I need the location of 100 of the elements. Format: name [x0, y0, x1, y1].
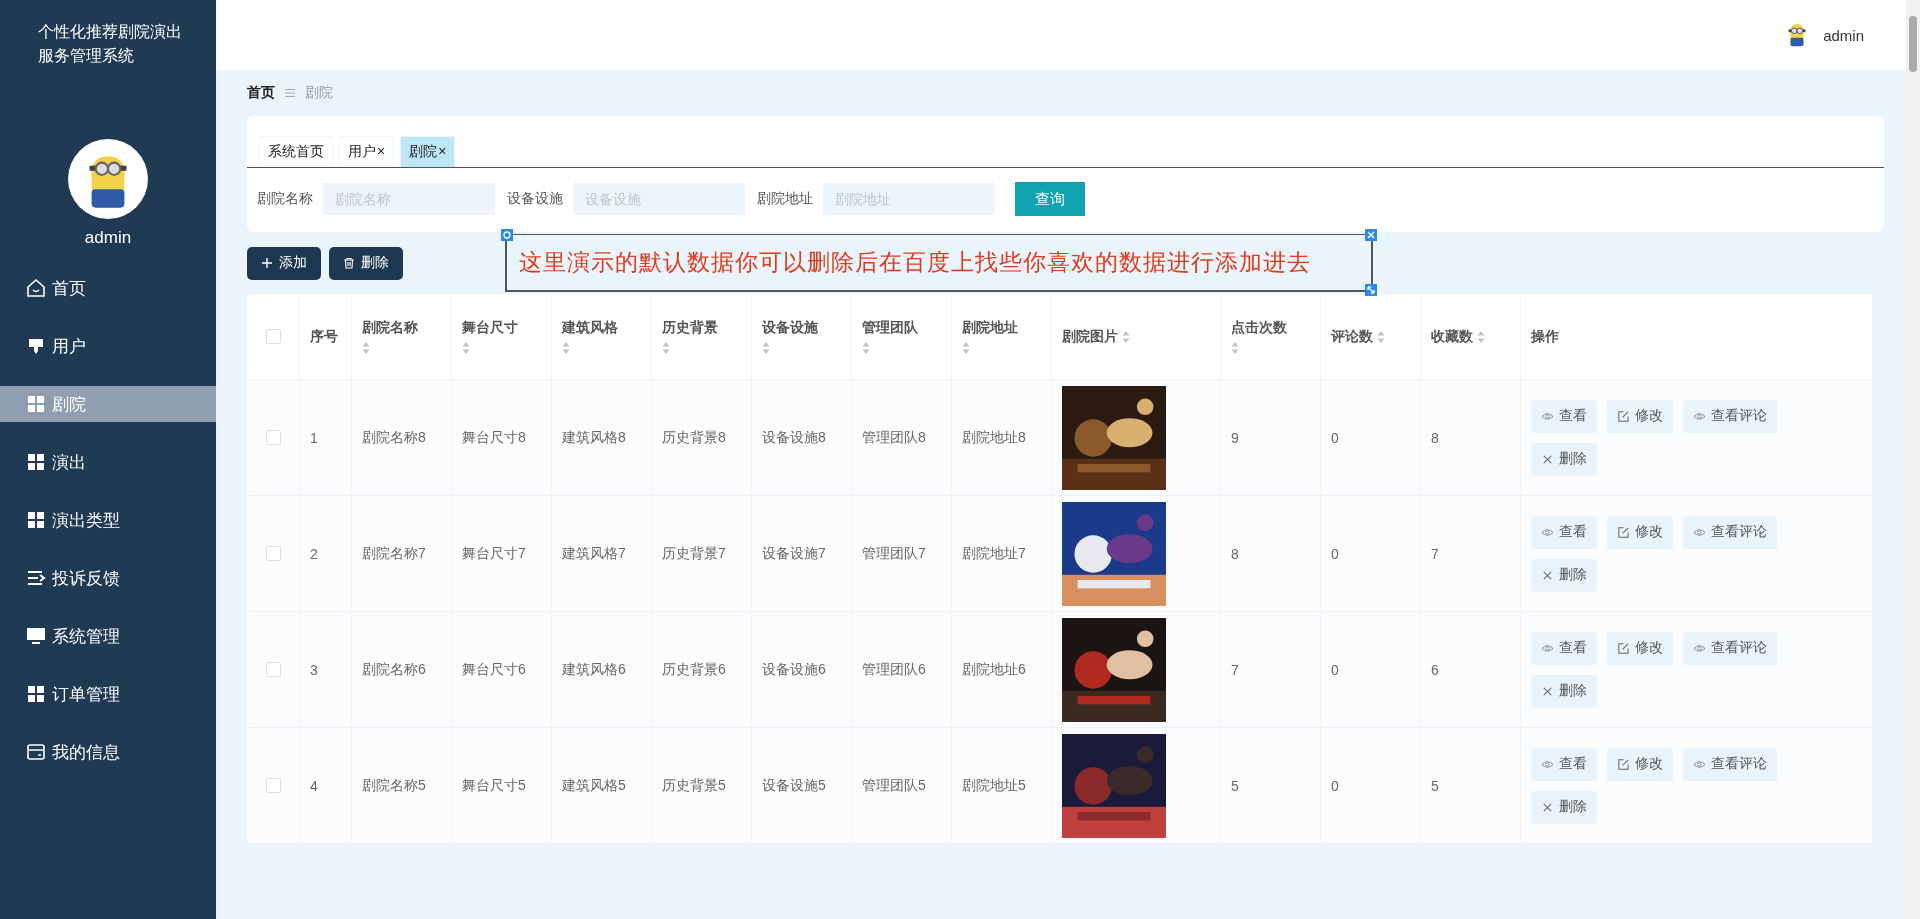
brush-icon — [26, 336, 46, 356]
plus-icon — [261, 257, 273, 269]
table-cell: 历史背景6 — [662, 660, 726, 679]
grid-icon — [26, 684, 46, 704]
table-cell: 3 — [310, 661, 318, 678]
menu-item[interactable]: 演出类型 — [0, 502, 216, 538]
menu-item[interactable]: 用户 — [0, 328, 216, 364]
monitor-icon — [26, 626, 46, 646]
view-button[interactable]: 查看 — [1531, 631, 1597, 665]
checkbox[interactable] — [265, 778, 281, 793]
delete-button[interactable]: 删除 — [1531, 790, 1597, 824]
delete-button[interactable]: 删除 — [1531, 674, 1597, 708]
delete-button[interactable]: 删除 — [1531, 558, 1597, 592]
table-cell: 剧院名称8 — [362, 428, 426, 447]
edit-button[interactable]: 修改 — [1607, 631, 1673, 665]
view-button[interactable]: 查看 — [1531, 399, 1597, 433]
breadcrumb-current: 剧院 — [305, 84, 333, 102]
sort-icon[interactable] — [1377, 329, 1385, 344]
column-header: 操作 — [1531, 327, 1559, 346]
table-cell: 8 — [1231, 545, 1239, 562]
table-cell: 4 — [310, 777, 318, 794]
column-header: 设备设施 — [762, 318, 819, 337]
table-cell: 剧院名称7 — [362, 544, 426, 563]
trash-icon — [343, 257, 355, 269]
breadcrumb-link[interactable]: 首页 — [247, 84, 275, 102]
column-header: 收藏数 — [1431, 327, 1473, 346]
table-cell: 1 — [310, 429, 318, 446]
view-button[interactable]: 查看评论 — [1683, 631, 1777, 665]
column-header: 评论数 — [1331, 327, 1373, 346]
menu-item[interactable]: 投诉反馈 — [0, 560, 216, 596]
sort-icon[interactable] — [562, 340, 570, 355]
delete-button[interactable]: 删除 — [1531, 442, 1597, 476]
table-cell: 7 — [1431, 545, 1439, 562]
table-cell: 剧院名称6 — [362, 660, 426, 679]
tab[interactable]: 剧院× — [400, 136, 456, 167]
table-cell: 剧院地址7 — [962, 544, 1026, 563]
column-header: 历史背景 — [662, 318, 719, 337]
checkbox[interactable] — [265, 662, 281, 677]
column-header: 序号 — [310, 327, 338, 346]
sort-icon[interactable] — [762, 340, 770, 355]
view-button[interactable]: 查看 — [1531, 747, 1597, 781]
table-cell: 0 — [1331, 661, 1339, 678]
sort-icon[interactable] — [1477, 329, 1485, 344]
header-username[interactable]: admin — [1823, 26, 1864, 44]
grid-icon — [26, 510, 46, 530]
table-cell: 舞台尺寸7 — [462, 544, 526, 563]
table-cell: 8 — [1431, 429, 1439, 446]
tab[interactable]: 系统首页 — [259, 136, 333, 167]
table-cell: 剧院名称5 — [362, 776, 426, 795]
sort-icon[interactable] — [462, 340, 470, 355]
avatar-icon — [67, 138, 149, 220]
table-cell: 剧院地址6 — [962, 660, 1026, 679]
tab[interactable]: 用户× — [339, 136, 395, 167]
add-button[interactable]: 添加 — [247, 246, 321, 280]
table-cell: 设备设施5 — [762, 776, 826, 795]
table-cell: 剧院地址5 — [962, 776, 1026, 795]
column-header: 管理团队 — [862, 318, 919, 337]
menu-item[interactable]: 系统管理 — [0, 618, 216, 654]
checkbox[interactable] — [265, 329, 281, 344]
filter-label: 剧院地址 — [757, 190, 813, 208]
table-cell: 舞台尺寸8 — [462, 428, 526, 447]
menu-item[interactable]: 订单管理 — [0, 676, 216, 712]
table-cell: 建筑风格7 — [562, 544, 626, 563]
checkbox[interactable] — [265, 546, 281, 561]
rotate-handle-icon[interactable] — [501, 229, 513, 241]
menu-item[interactable]: 首页 — [0, 270, 216, 306]
delete-button[interactable]: 删除 — [329, 246, 403, 280]
card-icon — [26, 742, 46, 762]
view-button[interactable]: 查看评论 — [1683, 515, 1777, 549]
table-cell: 设备设施8 — [762, 428, 826, 447]
scrollbar[interactable] — [1906, 0, 1920, 919]
filter-label: 剧院名称 — [257, 190, 313, 208]
home-icon — [26, 278, 46, 298]
edit-icon — [1617, 757, 1630, 771]
table-cell: 管理团队6 — [862, 660, 926, 679]
table-cell: 舞台尺寸6 — [462, 660, 526, 679]
sort-icon[interactable] — [962, 340, 970, 355]
table-cell: 0 — [1331, 545, 1339, 562]
menu-item[interactable]: 我的信息 — [0, 734, 216, 770]
sort-icon[interactable] — [362, 340, 370, 355]
view-button[interactable]: 查看评论 — [1683, 399, 1777, 433]
close-icon[interactable] — [1365, 229, 1377, 241]
resize-handle-icon[interactable] — [1365, 284, 1377, 296]
sort-icon[interactable] — [862, 340, 870, 355]
system-title: 个性化推荐剧院演出服务管理系统 — [38, 22, 183, 66]
menu-item[interactable]: 演出 — [0, 444, 216, 480]
sort-icon[interactable] — [662, 340, 670, 355]
edit-button[interactable]: 修改 — [1607, 747, 1673, 781]
edit-button[interactable]: 修改 — [1607, 515, 1673, 549]
table-cell: 0 — [1331, 777, 1339, 794]
sort-icon[interactable] — [1122, 329, 1130, 344]
edit-button[interactable]: 修改 — [1607, 399, 1673, 433]
menu-icon — [285, 88, 295, 98]
table-cell: 9 — [1231, 429, 1239, 446]
checkbox[interactable] — [265, 430, 281, 445]
view-button[interactable]: 查看 — [1531, 515, 1597, 549]
view-button[interactable]: 查看评论 — [1683, 747, 1777, 781]
sidebar-username: admin — [84, 228, 132, 248]
sort-icon[interactable] — [1231, 340, 1239, 355]
table-cell: 历史背景5 — [662, 776, 726, 795]
